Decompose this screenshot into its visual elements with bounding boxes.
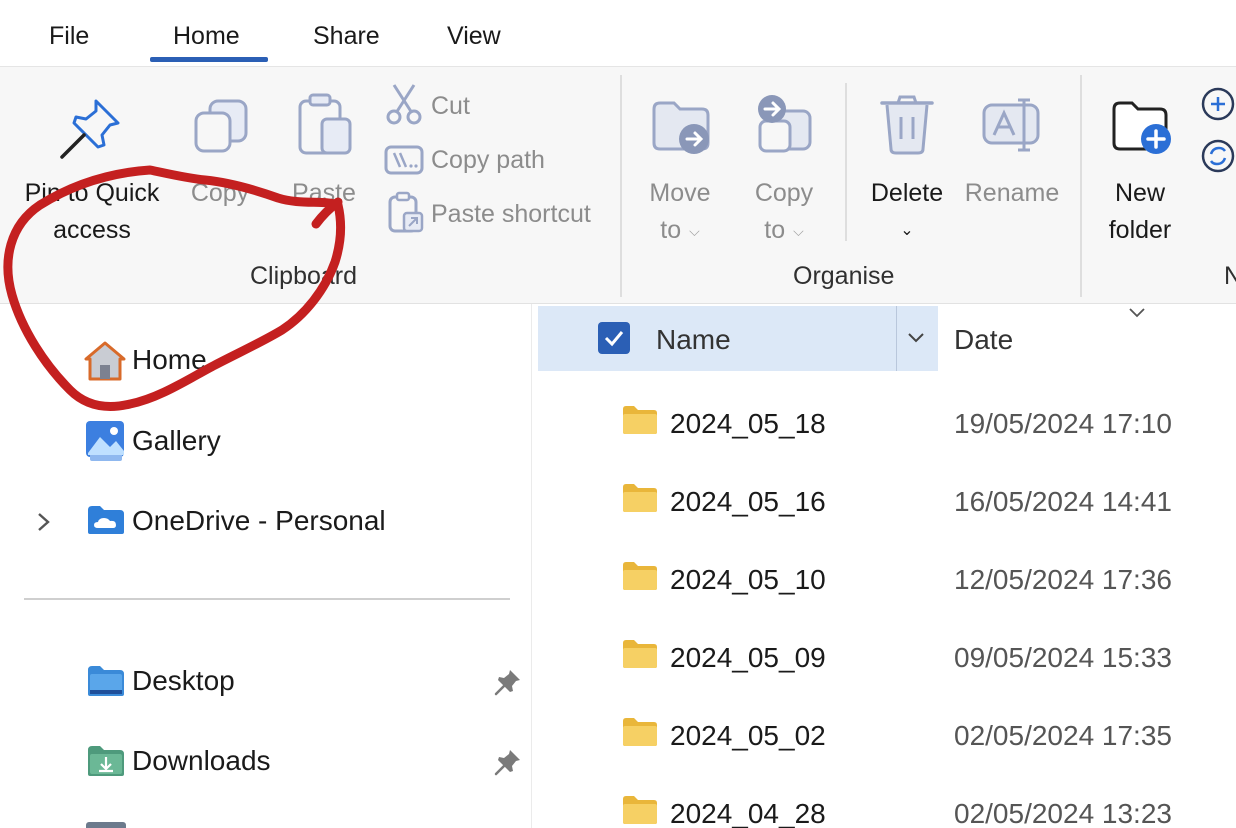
clipboard-group-label: Clipboard <box>250 262 358 290</box>
file-date: 16/05/2024 14:41 <box>954 486 1172 517</box>
pin-icon <box>60 99 120 159</box>
home-icon <box>84 341 126 381</box>
cut-label: Cut <box>431 92 470 120</box>
pin-label-line2: access <box>53 216 131 244</box>
pin-icon[interactable] <box>494 668 522 696</box>
chevron-down-icon: ⌵ <box>689 222 700 239</box>
nav-label: Gallery <box>132 425 221 456</box>
column-header-name[interactable]: Name <box>538 306 938 371</box>
column-divider <box>896 306 897 371</box>
file-date: 09/05/2024 15:33 <box>954 642 1172 673</box>
column-name-label: Name <box>656 324 731 355</box>
delete-label: Delete <box>870 179 944 207</box>
pin-label-line1: Pin to Quick <box>24 179 160 207</box>
copy-to-line2: to ⌵ <box>764 216 804 244</box>
nav-label: OneDrive - Personal <box>132 505 386 536</box>
chevron-down-icon: ⌄ <box>900 222 914 239</box>
column-header-date[interactable]: Date <box>954 324 1013 356</box>
table-row[interactable]: 2024_05_16 16/05/2024 14:41 <box>533 462 1236 540</box>
file-date: 02/05/2024 17:35 <box>954 720 1172 751</box>
new-item-icon[interactable] <box>1199 87 1236 121</box>
rename-label: Rename <box>964 179 1060 207</box>
easy-access-icon[interactable] <box>1199 139 1236 173</box>
partial-folder-icon <box>86 822 126 828</box>
tab-file[interactable]: File <box>49 22 89 51</box>
chevron-down-icon[interactable] <box>906 330 926 346</box>
downloads-folder-icon <box>88 746 124 776</box>
copy-path-icon <box>384 145 424 175</box>
copy-label: Copy <box>190 179 250 207</box>
file-name: 2024_05_09 <box>670 642 826 673</box>
paste-label: Paste <box>292 179 356 207</box>
nav-item-downloads[interactable]: Downloads <box>0 736 532 786</box>
menu-bar: File Home Share View <box>0 0 1236 66</box>
move-to-icon <box>652 101 710 154</box>
tab-home[interactable]: Home <box>173 22 240 51</box>
file-name: 2024_05_02 <box>670 720 826 751</box>
navigation-pane: Home Gallery OneDrive - Personal Desktop <box>0 304 532 828</box>
tab-view[interactable]: View <box>447 22 501 51</box>
new-group-label: N <box>1224 262 1236 290</box>
table-row[interactable]: 2024_05_10 12/05/2024 17:36 <box>533 540 1236 618</box>
folder-icon <box>623 796 657 824</box>
organise-group-label: Organise <box>793 262 895 290</box>
move-to-line2: to ⌵ <box>660 216 700 244</box>
copy-to-line1: Copy <box>754 179 814 207</box>
paste-icon <box>298 93 352 155</box>
active-tab-indicator <box>150 57 268 62</box>
file-date: 19/05/2024 17:10 <box>954 408 1172 439</box>
chevron-down-icon: ⌵ <box>793 222 804 239</box>
move-to-line1: Move <box>649 179 711 207</box>
new-folder-line1: New <box>1114 179 1165 207</box>
gallery-icon <box>86 421 124 461</box>
file-name: 2024_04_28 <box>670 798 826 828</box>
file-date: 02/05/2024 13:23 <box>954 798 1172 828</box>
new-folder-icon <box>1112 101 1171 154</box>
tab-share[interactable]: Share <box>313 22 380 51</box>
nav-label: Downloads <box>132 745 271 776</box>
copy-icon <box>194 99 248 153</box>
new-folder-line2: folder <box>1108 216 1172 244</box>
table-row[interactable]: 2024_05_09 09/05/2024 15:33 <box>533 618 1236 696</box>
scissors-icon <box>386 84 422 125</box>
rename-icon <box>982 98 1040 152</box>
ribbon-separator <box>845 83 847 241</box>
table-row[interactable]: 2024_05_18 19/05/2024 17:10 <box>533 384 1236 462</box>
folder-icon <box>623 718 657 746</box>
ribbon: Pin to Quick access Copy Paste Cut Copy … <box>0 66 1236 304</box>
chevron-right-icon[interactable] <box>34 511 54 533</box>
file-list: Name Date 2024_05_18 19/05/2024 17:10 2024… <box>533 304 1236 828</box>
onedrive-icon <box>88 506 124 534</box>
nav-item-desktop[interactable]: Desktop <box>0 656 532 706</box>
paste-shortcut-icon <box>388 191 424 233</box>
copy-to-icon <box>758 95 812 153</box>
copy-path-label: Copy path <box>431 146 545 174</box>
nav-item-gallery[interactable]: Gallery <box>0 416 532 466</box>
folder-icon <box>623 562 657 590</box>
folder-icon <box>623 406 657 434</box>
checkmark-icon <box>604 331 624 347</box>
nav-label: Desktop <box>132 665 235 696</box>
nav-label: Home <box>132 344 207 375</box>
folder-icon <box>623 484 657 512</box>
file-name: 2024_05_10 <box>670 564 826 595</box>
pin-icon[interactable] <box>494 748 522 776</box>
trash-icon <box>880 95 934 155</box>
select-all-checkbox[interactable] <box>598 322 630 354</box>
ribbon-separator <box>620 75 622 297</box>
table-row[interactable]: 2024_05_02 02/05/2024 17:35 <box>533 696 1236 774</box>
desktop-folder-icon <box>88 666 124 696</box>
table-row[interactable]: 2024_04_28 02/05/2024 13:23 <box>533 774 1236 828</box>
file-date: 12/05/2024 17:36 <box>954 564 1172 595</box>
folder-icon <box>623 640 657 668</box>
nav-divider <box>24 598 510 600</box>
sort-chevron-icon[interactable] <box>1127 306 1147 320</box>
paste-shortcut-label: Paste shortcut <box>431 200 591 228</box>
nav-item-home[interactable]: Home <box>0 335 532 385</box>
nav-item-onedrive[interactable]: OneDrive - Personal <box>0 496 532 546</box>
file-name: 2024_05_18 <box>670 408 826 439</box>
file-name: 2024_05_16 <box>670 486 826 517</box>
ribbon-separator <box>1080 75 1082 297</box>
